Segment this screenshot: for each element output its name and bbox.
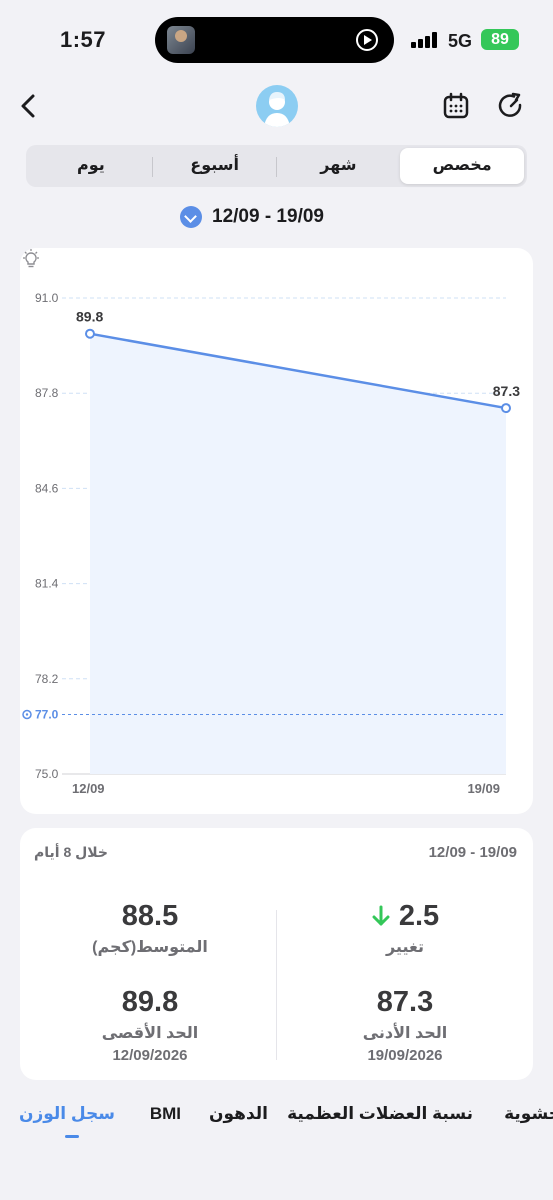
- max-value: 89.8: [121, 986, 179, 1018]
- battery-icon: 89: [481, 29, 519, 50]
- media-thumbnail: [167, 26, 195, 54]
- summary-card: خلال 8 أيام 12/09 - 19/09 88.5 المتوسط(ك…: [20, 828, 533, 1080]
- bulb-icon[interactable]: [20, 248, 42, 270]
- back-icon[interactable]: [14, 91, 44, 121]
- arrow-down-icon: [372, 905, 390, 926]
- tab-weight-log[interactable]: سجل الوزن: [19, 1104, 115, 1124]
- network-type: 5G: [448, 31, 473, 51]
- change-label: تغيير: [385, 939, 425, 956]
- area-fill: [90, 333, 506, 774]
- data-label: 87.3: [493, 383, 520, 399]
- max-label: الحد الأقصى: [101, 1025, 199, 1042]
- weight-line-chart: 91.0 87.8 84.6 81.4 78.2 75.0 77.0 89.8 87.3 12/0…: [22, 291, 520, 796]
- data-label: 89.8: [76, 309, 103, 325]
- data-point: [85, 328, 95, 339]
- average-label: المتوسط(كجم): [92, 939, 208, 956]
- tab-skeletal-muscle[interactable]: نسبة العضلات العظمية: [287, 1104, 473, 1124]
- period-length: خلال 8 أيام: [34, 844, 109, 860]
- tab-visceral[interactable]: حشوية: [504, 1104, 553, 1124]
- play-icon[interactable]: [356, 29, 378, 51]
- date-range-selector[interactable]: 12/09 - 19/09: [180, 204, 324, 230]
- min-label: الحد الأدنى: [362, 1025, 448, 1042]
- segment-week[interactable]: أسبوع: [153, 148, 277, 184]
- signal-icon: [411, 32, 439, 48]
- stat-max: 89.8 الحد الأقصى 12/09/2026: [35, 986, 265, 1064]
- calendar-icon[interactable]: [441, 91, 471, 121]
- max-date: 12/09/2026: [112, 1047, 188, 1064]
- refresh-icon[interactable]: [496, 91, 526, 121]
- divider: [276, 910, 277, 1060]
- average-value: 88.5: [121, 900, 179, 932]
- chevron-down-icon[interactable]: [180, 206, 202, 228]
- metric-tabs: سجل الوزن BMI الدهون نسبة العضلات العظمي…: [0, 1098, 553, 1138]
- tab-bmi[interactable]: BMI: [150, 1104, 181, 1124]
- tab-fat[interactable]: الدهون: [209, 1104, 268, 1124]
- y-tick-label: 84.6: [35, 481, 59, 495]
- summary-range: 12/09 - 19/09: [428, 844, 517, 861]
- dynamic-island[interactable]: [155, 17, 394, 63]
- y-tick-label: 81.4: [35, 577, 59, 591]
- data-point: [501, 403, 511, 414]
- min-value: 87.3: [376, 986, 434, 1018]
- period-segmented-control: مخصص شهر أسبوع يوم: [26, 145, 527, 187]
- x-tick-label: 12/09: [72, 781, 105, 796]
- change-value: 2.5: [398, 900, 440, 932]
- date-range-text: 12/09 - 19/09: [212, 206, 324, 227]
- segment-custom[interactable]: مخصص: [400, 148, 524, 184]
- weight-chart-card: 91.0 87.8 84.6 81.4 78.2 75.0 77.0 89.8 87.3 12/0…: [20, 248, 533, 814]
- y-tick-label: 87.8: [35, 386, 59, 400]
- stat-average: 88.5 المتوسط(كجم): [35, 900, 265, 957]
- x-tick-label: 19/09: [467, 781, 500, 796]
- stat-min: 87.3 الحد الأدنى 19/09/2026: [290, 986, 520, 1064]
- y-tick-label: 78.2: [35, 672, 59, 686]
- y-tick-label: 91.0: [35, 291, 59, 305]
- min-date: 19/09/2026: [367, 1047, 443, 1064]
- active-tab-indicator: [65, 1135, 79, 1138]
- segment-month[interactable]: شهر: [277, 148, 401, 184]
- avatar-icon[interactable]: [256, 85, 298, 127]
- status-bar: 1:57 5G 89: [0, 0, 553, 80]
- target-label: 77.0: [35, 708, 59, 722]
- status-time: 1:57: [60, 27, 107, 52]
- target-icon-dot: [25, 713, 29, 716]
- segment-day[interactable]: يوم: [29, 148, 153, 184]
- stat-change: 2.5 تغيير: [290, 900, 520, 957]
- y-tick-label: 75.0: [35, 767, 59, 781]
